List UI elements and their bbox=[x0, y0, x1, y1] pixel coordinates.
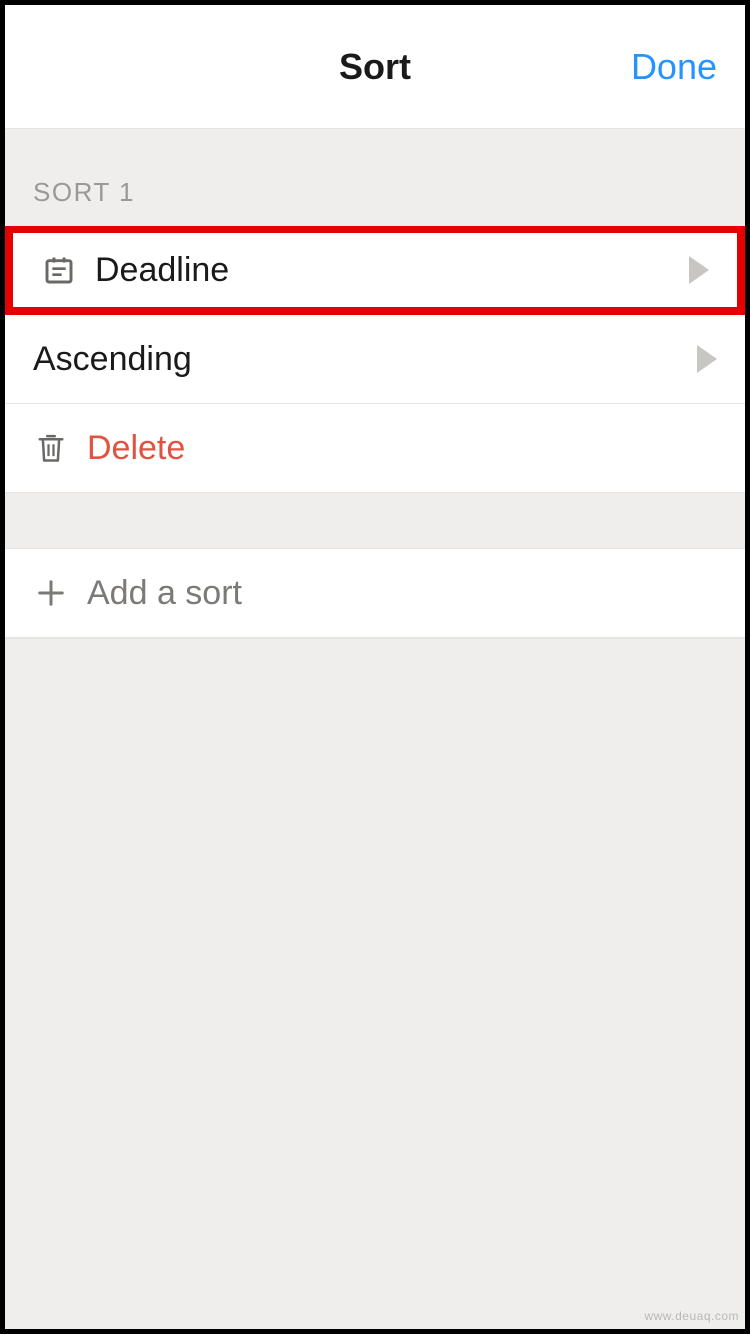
app-frame: Sort Done SORT 1 Deadline Ascending bbox=[0, 0, 750, 1334]
chevron-right-icon bbox=[697, 345, 717, 373]
watermark-text: www.deuaq.com bbox=[644, 1309, 739, 1323]
sort-field-row[interactable]: Deadline bbox=[13, 233, 737, 307]
header-bar: Sort Done bbox=[5, 5, 745, 129]
chevron-right-icon bbox=[689, 256, 709, 284]
date-field-icon bbox=[41, 252, 77, 288]
done-button[interactable]: Done bbox=[631, 46, 717, 88]
section-label-sort-1: SORT 1 bbox=[5, 129, 745, 226]
highlight-annotation: Deadline bbox=[5, 226, 745, 315]
delete-sort-row[interactable]: Delete bbox=[5, 403, 745, 493]
sort-direction-label: Ascending bbox=[33, 340, 697, 379]
plus-icon bbox=[33, 575, 69, 611]
add-sort-row[interactable]: Add a sort bbox=[5, 548, 745, 638]
sort-field-label: Deadline bbox=[95, 251, 689, 290]
add-sort-label: Add a sort bbox=[87, 574, 717, 613]
bottom-divider bbox=[5, 638, 745, 639]
section-gap bbox=[5, 493, 745, 549]
sort-direction-row[interactable]: Ascending bbox=[5, 314, 745, 404]
delete-label: Delete bbox=[87, 429, 717, 468]
trash-icon bbox=[33, 430, 69, 466]
page-title: Sort bbox=[339, 46, 411, 88]
